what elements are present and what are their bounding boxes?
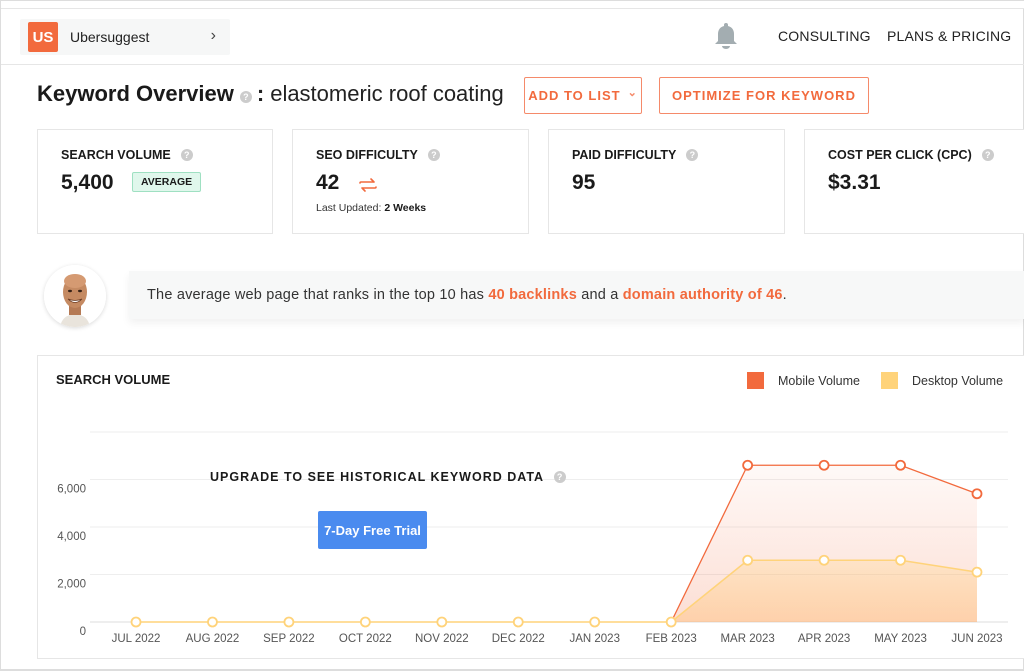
search-volume-chart-card: SEARCH VOLUME Mobile Volume Desktop Volu… (37, 355, 1024, 659)
title-colon: : (256, 81, 265, 106)
data-point-mobile (742, 459, 754, 471)
upgrade-text: UPGRADE TO SEE HISTORICAL KEYWORD DATA (210, 470, 545, 484)
add-to-list-button[interactable]: ADD TO LIST ⌄ (524, 77, 642, 114)
metric-label-text: COST PER CLICK (CPC) (828, 148, 972, 162)
volume-level-badge: AVERAGE (132, 172, 202, 192)
nav-consulting[interactable]: CONSULTING (778, 28, 871, 44)
y-tick-label: 0 (80, 626, 86, 638)
x-tick-label: MAR 2023 (720, 633, 774, 645)
refresh-swap-icon[interactable] (358, 175, 378, 195)
data-point-desktop (665, 616, 677, 628)
help-icon[interactable]: ? (180, 149, 193, 161)
x-tick-label: JUL 2022 (112, 633, 161, 645)
insight-banner: The average web page that ranks in the t… (129, 271, 1024, 319)
metric-value: 42 (316, 171, 340, 194)
metric-card-search-volume: SEARCH VOLUME? 5,400 AVERAGE (37, 129, 273, 234)
metric-value: $3.31 (828, 171, 881, 194)
bell-icon[interactable] (713, 21, 739, 51)
chevron-down-icon: ⌄ (627, 87, 638, 99)
metric-label: COST PER CLICK (CPC)? (828, 148, 994, 162)
keyword-text: elastomeric roof coating (270, 81, 504, 106)
metric-value: 95 (572, 171, 596, 194)
data-point-desktop (359, 616, 371, 628)
x-tick-label: JUN 2023 (951, 633, 1002, 645)
metric-label: PAID DIFFICULTY? (572, 148, 699, 162)
last-updated-value: 2 Weeks (384, 202, 427, 214)
last-updated-label: Last Updated: (316, 202, 382, 214)
optimize-for-keyword-button[interactable]: OPTIMIZE FOR KEYWORD (659, 77, 869, 114)
add-to-list-label: ADD TO LIST (528, 88, 621, 103)
help-icon[interactable]: ? (239, 91, 252, 103)
y-tick-label: 6,000 (57, 484, 86, 496)
x-tick-label: AUG 2022 (186, 633, 240, 645)
data-point-desktop (895, 554, 906, 566)
x-tick-label: MAY 2023 (874, 633, 927, 645)
insight-text: The average web page that ranks in the t… (147, 287, 787, 303)
top-header: US Ubersuggest › CONSULTING PLANS & PRIC… (1, 9, 1024, 65)
x-tick-label: FEB 2023 (646, 633, 697, 645)
help-icon[interactable]: ? (554, 471, 567, 483)
data-point-mobile (818, 459, 830, 471)
metric-value: 5,400 (61, 171, 114, 194)
help-icon[interactable]: ? (427, 149, 440, 161)
insight-text-mid: and a (576, 287, 623, 303)
x-tick-label: JAN 2023 (569, 633, 620, 645)
data-point-desktop (130, 616, 142, 628)
domain-authority-highlight: domain authority of 46 (622, 287, 783, 303)
data-point-desktop (283, 616, 295, 628)
x-tick-label: APR 2023 (798, 633, 850, 645)
metric-card-paid-difficulty: PAID DIFFICULTY? 95 (548, 129, 785, 234)
project-badge: US (28, 22, 58, 52)
project-name: Ubersuggest (70, 29, 150, 45)
free-trial-button[interactable]: 7-Day Free Trial (318, 511, 427, 549)
page-title-row: Keyword Overview ? : elastomeric roof co… (37, 81, 504, 107)
help-icon[interactable]: ? (686, 149, 699, 161)
browser-top-edge (1, 1, 1024, 9)
data-point-desktop (742, 554, 754, 566)
person-avatar-icon (44, 265, 106, 327)
nav-plans-pricing[interactable]: PLANS & PRICING (887, 28, 1011, 44)
x-tick-label: OCT 2022 (339, 633, 392, 645)
data-point-mobile (895, 459, 906, 471)
metric-label: SEARCH VOLUME? (61, 148, 193, 162)
metric-card-cpc: COST PER CLICK (CPC)? $3.31 (804, 129, 1024, 234)
x-tick-label: NOV 2022 (415, 633, 469, 645)
data-point-desktop (436, 616, 448, 628)
chevron-right-icon: › (210, 27, 216, 44)
upgrade-notice: UPGRADE TO SEE HISTORICAL KEYWORD DATA ? (210, 470, 567, 484)
y-tick-label: 4,000 (57, 531, 86, 543)
help-icon[interactable]: ? (981, 149, 994, 161)
data-point-desktop (512, 616, 524, 628)
page-title: Keyword Overview (37, 81, 234, 106)
data-point-desktop (818, 554, 830, 566)
metric-label-text: SEO DIFFICULTY (316, 148, 418, 162)
backlinks-highlight: 40 backlinks (488, 287, 577, 303)
last-updated: Last Updated: 2 Weeks (316, 202, 426, 214)
x-tick-label: SEP 2022 (263, 633, 315, 645)
metric-label-text: PAID DIFFICULTY (572, 148, 677, 162)
metric-label-text: SEARCH VOLUME (61, 148, 171, 162)
x-tick-label: DEC 2022 (492, 633, 545, 645)
data-point-desktop (971, 566, 983, 578)
insight-text-pre: The average web page that ranks in the t… (147, 287, 489, 303)
project-selector[interactable]: US Ubersuggest › (20, 19, 230, 55)
y-tick-label: 2,000 (57, 579, 86, 591)
metric-card-seo-difficulty: SEO DIFFICULTY? 42 Last Updated: 2 Weeks (292, 129, 529, 234)
data-point-mobile (971, 488, 983, 500)
advisor-avatar (44, 265, 106, 327)
data-point-desktop (589, 616, 601, 628)
metric-label: SEO DIFFICULTY? (316, 148, 440, 162)
search-volume-chart: 0 2,000 4,000 6,000 JUL 2022 AUG 2022 SEP 202… (57, 431, 1008, 645)
data-point-desktop (207, 616, 218, 628)
insight-text-post: . (782, 287, 787, 303)
